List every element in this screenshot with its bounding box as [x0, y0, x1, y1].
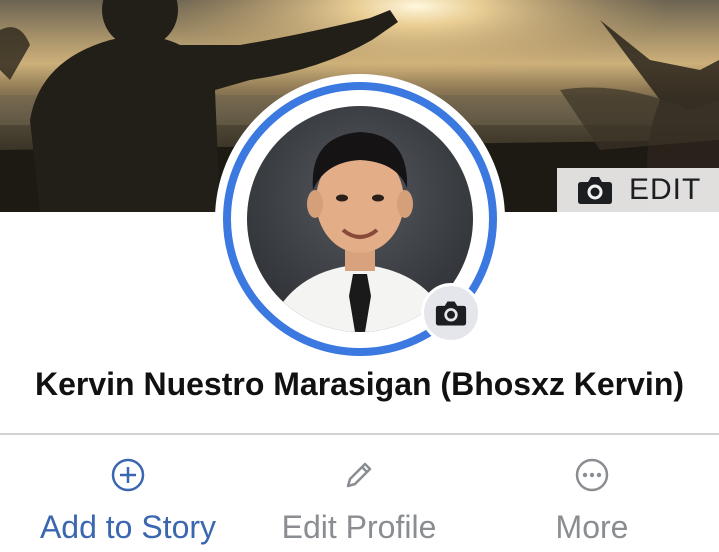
profile-actions: Add to Story Edit Profile More	[0, 445, 719, 552]
pencil-icon	[346, 462, 372, 488]
more-label: More	[555, 509, 629, 545]
edit-profile-button[interactable]: Edit Profile	[264, 445, 454, 546]
camera-icon	[578, 177, 612, 204]
add-to-story-label: Add to Story	[39, 509, 217, 545]
change-profile-picture-button[interactable]	[421, 283, 481, 343]
camera-icon	[435, 301, 467, 326]
divider	[0, 433, 719, 435]
profile-name: Kervin Nuestro Marasigan (Bhosxz Kervin)	[34, 366, 685, 402]
edit-cover-label: EDIT	[629, 173, 702, 206]
add-to-story-button[interactable]: Add to Story	[28, 445, 228, 546]
edit-cover-button[interactable]: EDIT	[557, 168, 719, 212]
edit-profile-label: Edit Profile	[281, 509, 437, 545]
more-dots-icon	[575, 458, 609, 492]
plus-circle-icon	[111, 458, 145, 492]
more-button[interactable]: More	[532, 445, 652, 546]
